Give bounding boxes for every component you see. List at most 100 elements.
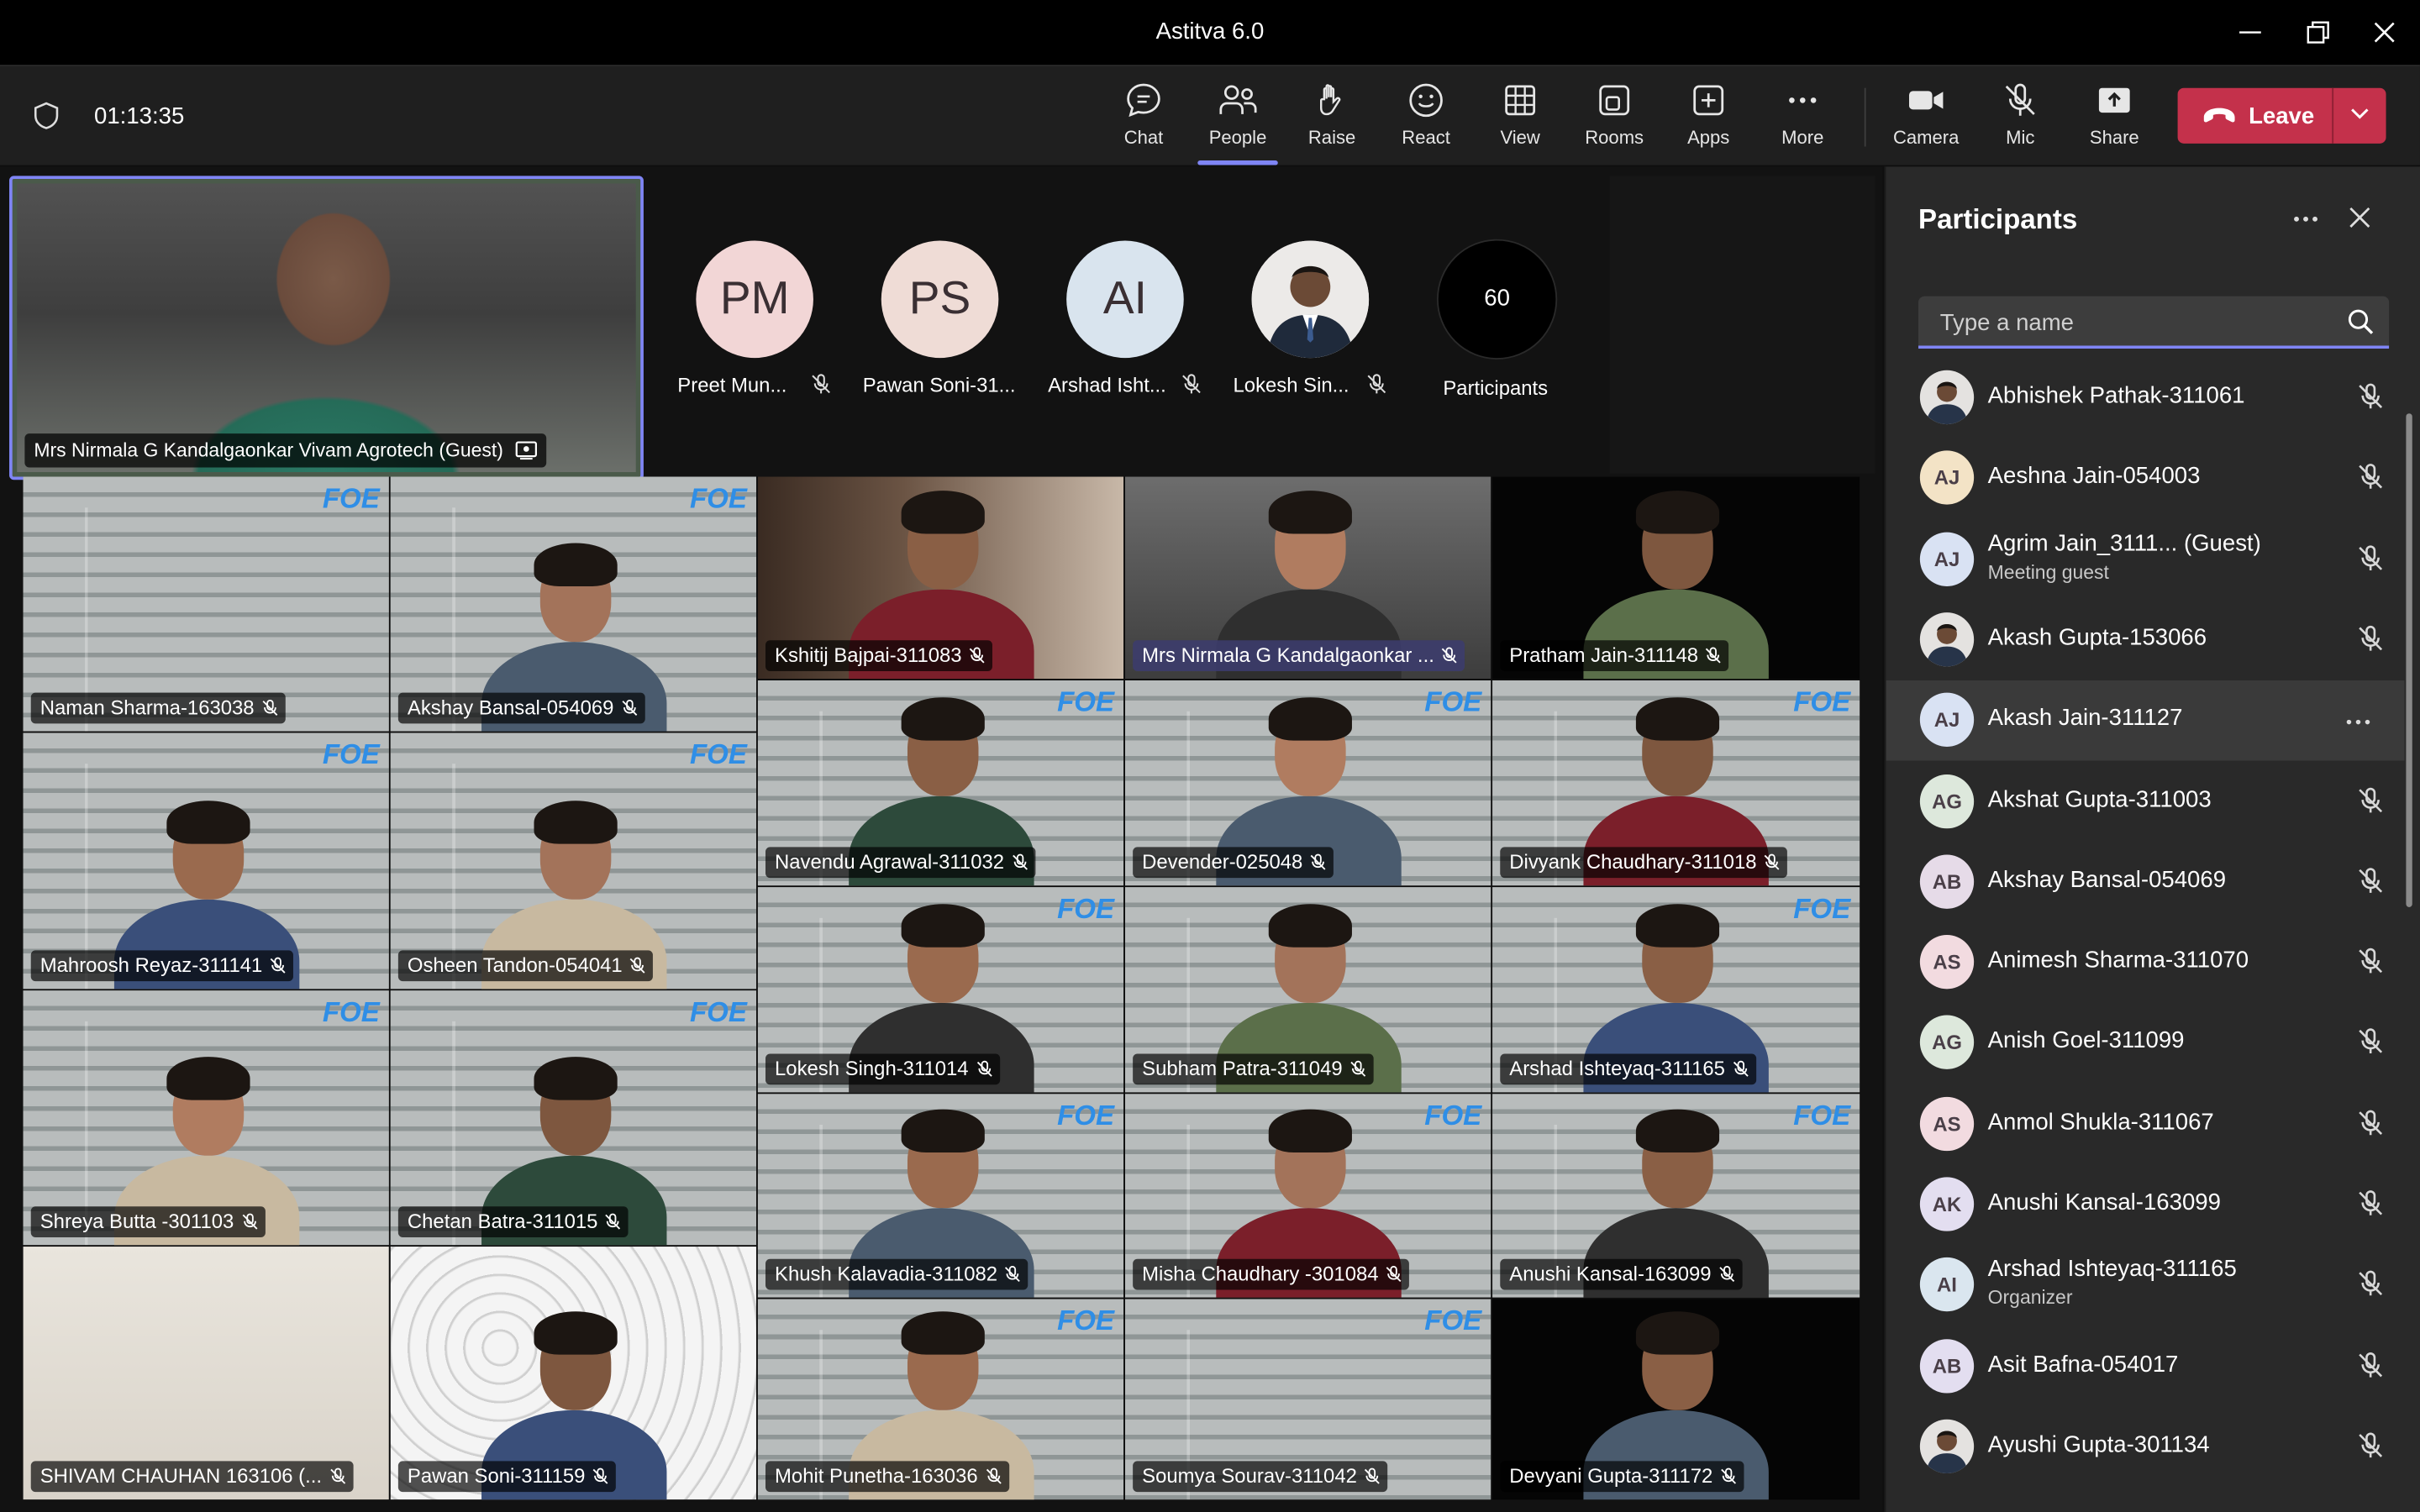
camera-label: Camera bbox=[1892, 126, 1960, 149]
participant-name: Anmol Shukla-311067 bbox=[1987, 1109, 2214, 1136]
more-button[interactable]: More bbox=[1758, 81, 1848, 159]
video-tile[interactable]: FOE Arshad Ishteyaq-311165 bbox=[1492, 887, 1860, 1093]
apps-button[interactable]: Apps bbox=[1664, 81, 1754, 159]
video-tile[interactable]: FOE Misha Chaudhary -301084 bbox=[1124, 1094, 1491, 1298]
participant-list-item[interactable]: Ayushi Gupta-301134 bbox=[1886, 1407, 2404, 1488]
video-tile[interactable]: FOE Divyank Chaudhary-311018 bbox=[1492, 680, 1860, 886]
profile-photo bbox=[1926, 1431, 1968, 1473]
video-tile[interactable]: Kshitij Bajpai-311083 bbox=[757, 476, 1124, 680]
leave-button[interactable]: Leave bbox=[2178, 88, 2333, 144]
chat-icon bbox=[1127, 83, 1160, 118]
search-icon[interactable] bbox=[2348, 308, 2374, 334]
video-tile[interactable]: FOE Osheen Tandon-054041 bbox=[390, 732, 756, 990]
strip-empty-area bbox=[1609, 176, 1876, 474]
video-tile[interactable]: Mrs Nirmala G Kandalgaonkar ... bbox=[1124, 476, 1491, 680]
participant-list-item[interactable]: Abhishek Pathak-311061 bbox=[1886, 358, 2404, 438]
mic-off-icon bbox=[1182, 374, 1201, 394]
react-button[interactable]: React bbox=[1381, 81, 1471, 159]
tile-participant-name: SHIVAM CHAUHAN 163106 (... bbox=[39, 1464, 323, 1488]
participant-name: Anish Goel-311099 bbox=[1987, 1027, 2185, 1055]
mic-off-icon bbox=[2359, 544, 2383, 570]
meeting-stage: Mrs Nirmala G Kandalgaonkar Vivam Agrote… bbox=[0, 166, 1883, 1512]
restore-button[interactable] bbox=[2295, 13, 2341, 53]
participant-count-badge[interactable]: 60 bbox=[1436, 239, 1558, 360]
featured-video-tile[interactable]: Mrs Nirmala G Kandalgaonkar Vivam Agrote… bbox=[9, 176, 644, 480]
ellipsis-icon[interactable] bbox=[2291, 203, 2322, 234]
tile-name-tag: Kshitij Bajpai-311083 bbox=[765, 640, 993, 671]
raise-hand-button[interactable]: Raise bbox=[1287, 81, 1377, 159]
mic-muted-icon bbox=[1310, 853, 1326, 870]
participant-list-item[interactable]: AS Animesh Sharma-311070 bbox=[1886, 923, 2404, 1004]
strip-avatar-ps[interactable]: PS bbox=[881, 240, 999, 359]
camera-button[interactable]: Camera bbox=[1881, 81, 1971, 159]
leave-options-button[interactable] bbox=[2333, 88, 2386, 144]
participant-count-label: Participants bbox=[1443, 376, 1549, 400]
profile-photo bbox=[1926, 623, 1968, 667]
chat-button[interactable]: Chat bbox=[1099, 81, 1189, 159]
mic-muted-icon bbox=[1719, 1266, 1734, 1283]
participant-list-item[interactable]: Akash Gupta-153066 bbox=[1886, 600, 2404, 680]
participant-list-item[interactable]: AJ Aeshna Jain-054003 bbox=[1886, 438, 2404, 519]
search-input[interactable] bbox=[1937, 305, 2337, 340]
strip-avatar-photo[interactable] bbox=[1251, 240, 1370, 359]
tile-participant-name: Lokesh Singh-311014 bbox=[775, 1057, 969, 1080]
mic-off-icon bbox=[2359, 1110, 2383, 1135]
participant-name: Akash Gupta-153066 bbox=[1987, 624, 2207, 651]
mic-off-icon bbox=[2359, 383, 2383, 409]
close-icon[interactable] bbox=[2346, 203, 2374, 231]
video-tile[interactable]: FOE Khush Kalavadia-311082 bbox=[757, 1094, 1124, 1298]
video-tile[interactable]: FOE Lokesh Singh-311014 bbox=[757, 887, 1124, 1093]
strip-avatar-pm[interactable]: PM bbox=[696, 240, 813, 359]
shield-icon[interactable] bbox=[34, 102, 59, 129]
participant-list-item[interactable]: AK Anushi Kansal-163099 bbox=[1886, 1165, 2404, 1246]
view-button[interactable]: View bbox=[1476, 81, 1565, 159]
avatar: AS bbox=[1919, 1096, 1975, 1151]
video-tile[interactable]: FOE Soumya Sourav-311042 bbox=[1124, 1299, 1491, 1500]
participant-list-item[interactable]: AG Anish Goel-311099 bbox=[1886, 1004, 2404, 1084]
tile-participant-name: Osheen Tandon-054041 bbox=[407, 953, 623, 977]
ellipsis-icon[interactable] bbox=[2343, 707, 2374, 738]
video-tile[interactable]: Pratham Jain-311148 bbox=[1492, 476, 1860, 680]
strip-name: Preet Mun... bbox=[677, 373, 787, 397]
video-tile[interactable]: Devyani Gupta-311172 bbox=[1492, 1299, 1860, 1500]
video-tile[interactable]: FOE Navendu Agrawal-311032 bbox=[757, 680, 1124, 886]
mic-muted-icon bbox=[970, 647, 985, 664]
share-label: Share bbox=[2089, 126, 2139, 149]
tile-name-tag: Shreya Butta -301103 bbox=[30, 1206, 266, 1238]
close-window-button[interactable] bbox=[2361, 13, 2407, 53]
mic-off-icon bbox=[1367, 374, 1386, 394]
panel-scrollbar[interactable] bbox=[2406, 413, 2412, 907]
rooms-button[interactable]: Rooms bbox=[1570, 81, 1660, 159]
video-tile[interactable]: FOE Chetan Batra-311015 bbox=[390, 990, 756, 1246]
tile-participant-name: Misha Chaudhary -301084 bbox=[1142, 1262, 1379, 1285]
raise-label: Raise bbox=[1307, 126, 1356, 149]
share-button[interactable]: Share bbox=[2070, 81, 2160, 159]
tile-participant-name: Devyani Gupta-311172 bbox=[1509, 1464, 1713, 1488]
video-tile[interactable]: FOE Naman Sharma-163038 bbox=[23, 476, 389, 732]
video-tile[interactable]: Subham Patra-311049 bbox=[1124, 887, 1491, 1093]
video-tile[interactable]: SHIVAM CHAUHAN 163106 (... bbox=[23, 1247, 389, 1500]
strip-avatar-ai[interactable]: AI bbox=[1066, 240, 1184, 359]
minimize-button[interactable] bbox=[2227, 13, 2273, 53]
video-tile[interactable]: FOE Shreya Butta -301103 bbox=[23, 990, 389, 1246]
participant-mic-status bbox=[2357, 383, 2385, 418]
video-tile[interactable]: FOE Akshay Bansal-054069 bbox=[390, 476, 756, 732]
tile-name-tag: Devyani Gupta-311172 bbox=[1500, 1461, 1744, 1493]
participant-list-item[interactable]: AG Akshat Gupta-311003 bbox=[1886, 761, 2404, 842]
participant-list-item[interactable]: AB Akshay Bansal-054069 bbox=[1886, 842, 2404, 922]
participant-list-item[interactable]: AS Anmol Shukla-311067 bbox=[1886, 1084, 2404, 1165]
video-tile[interactable]: Pawan Soni-311159 bbox=[390, 1247, 756, 1500]
participant-list-item[interactable]: AI Arshad Ishteyaq-311165 Organizer bbox=[1886, 1246, 2404, 1326]
video-tile[interactable]: FOE Anushi Kansal-163099 bbox=[1492, 1094, 1860, 1298]
tile-participant-name: Mohit Punetha-163036 bbox=[775, 1464, 978, 1488]
mic-button[interactable]: Mic bbox=[1975, 81, 2065, 159]
participant-list-item[interactable]: AJ Akash Jain-311127 bbox=[1886, 680, 2405, 761]
participant-list-item[interactable]: AB Asit Bafna-054017 bbox=[1886, 1326, 2404, 1407]
people-button[interactable]: People bbox=[1193, 81, 1283, 165]
video-tile[interactable]: FOE Mohit Punetha-163036 bbox=[757, 1299, 1124, 1500]
participant-list-item[interactable]: AJ Agrim Jain_3111... (Guest) Meeting gues… bbox=[1886, 519, 2404, 600]
video-tile[interactable]: FOE Devender-025048 bbox=[1124, 680, 1491, 886]
video-tile[interactable]: FOE Mahroosh Reyaz-311141 bbox=[23, 732, 389, 990]
mic-muted-icon bbox=[329, 1467, 345, 1484]
tile-name-tag: Pawan Soni-311159 bbox=[397, 1461, 617, 1493]
